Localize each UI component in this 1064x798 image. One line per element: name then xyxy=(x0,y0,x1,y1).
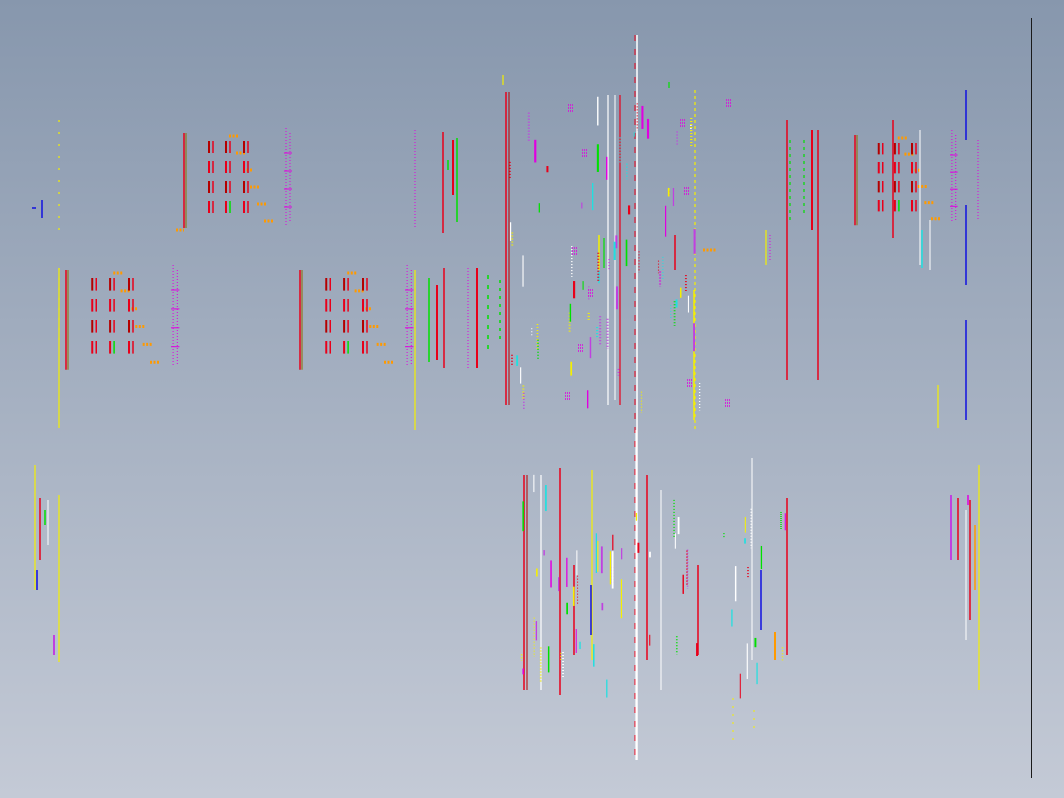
drawing-canvas xyxy=(32,35,980,760)
frame-border-line xyxy=(1031,18,1032,778)
cad-viewport[interactable] xyxy=(0,0,1064,798)
